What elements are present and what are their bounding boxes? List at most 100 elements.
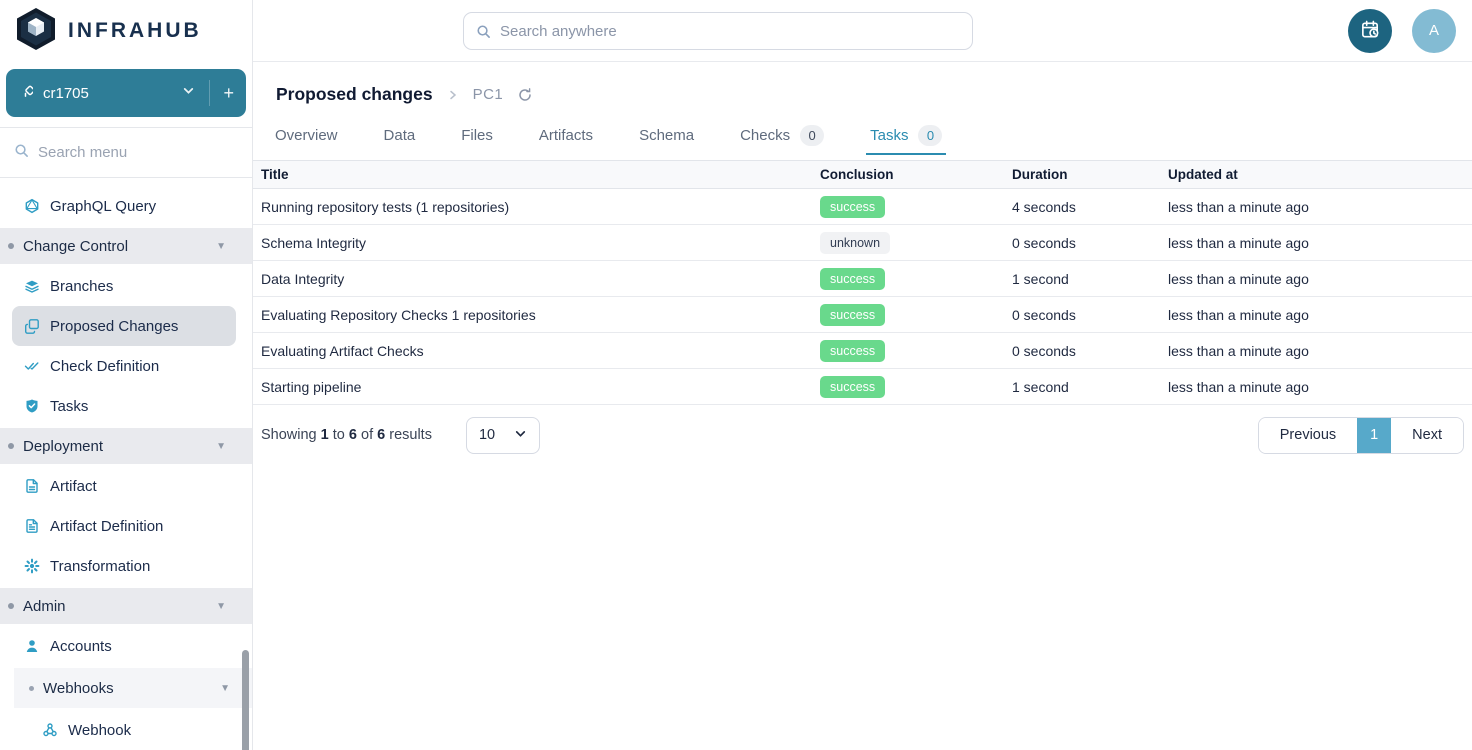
bullet-icon xyxy=(8,603,14,609)
proposed-changes-icon xyxy=(24,318,40,334)
tasks-icon xyxy=(24,398,40,414)
cell-updated-at: less than a minute ago xyxy=(1168,343,1472,359)
sidebar-item-branches[interactable]: Branches xyxy=(12,266,236,306)
tab-label: Artifacts xyxy=(539,127,593,144)
main-area: A Proposed changes PC1 Overview Data Files… xyxy=(253,0,1472,750)
avatar[interactable]: A xyxy=(1412,9,1456,53)
sidebar-section-admin[interactable]: Admin▼ xyxy=(0,588,252,624)
table-row[interactable]: Schema Integrityunknown0 secondsless tha… xyxy=(253,225,1472,261)
webhook-icon xyxy=(42,722,58,738)
sidebar-item-check-definition[interactable]: Check Definition xyxy=(12,346,236,386)
table-row[interactable]: Evaluating Artifact Checkssuccess0 secon… xyxy=(253,333,1472,369)
previous-button[interactable]: Previous xyxy=(1259,418,1357,453)
bullet-icon xyxy=(29,686,34,691)
artifact-icon xyxy=(24,478,40,494)
branch-icon xyxy=(18,83,33,103)
branch-selector[interactable]: cr1705 + xyxy=(6,69,246,117)
page-size-select[interactable]: 10 xyxy=(466,417,540,454)
results-from: 1 xyxy=(321,427,329,443)
logo[interactable]: INFRAHUB xyxy=(0,0,252,62)
status-badge: success xyxy=(820,340,885,362)
sidebar-item-label: Branches xyxy=(50,278,113,295)
cell-conclusion: success xyxy=(820,340,1012,362)
tab-label: Overview xyxy=(275,127,338,144)
triangle-down-icon: ▼ xyxy=(216,241,226,252)
avatar-initial: A xyxy=(1429,22,1439,39)
triangle-down-icon: ▼ xyxy=(220,683,230,694)
tab-schema[interactable]: Schema xyxy=(637,115,696,155)
sidebar-section-webhooks[interactable]: Webhooks ▼ xyxy=(14,668,252,708)
chevron-down-icon[interactable] xyxy=(182,84,195,102)
table-row[interactable]: Evaluating Repository Checks 1 repositor… xyxy=(253,297,1472,333)
sidebar: INFRAHUB cr1705 + GraphQL Quer xyxy=(0,0,253,750)
search-icon xyxy=(14,143,29,163)
cell-updated-at: less than a minute ago xyxy=(1168,379,1472,395)
add-branch-button[interactable]: + xyxy=(223,83,234,104)
table-row[interactable]: Running repository tests (1 repositories… xyxy=(253,189,1472,225)
time-travel-button[interactable] xyxy=(1348,9,1392,53)
divider xyxy=(209,80,210,106)
global-search-input[interactable] xyxy=(500,23,920,40)
sidebar-item-graphql-query[interactable]: GraphQL Query xyxy=(12,186,236,226)
cell-updated-at: less than a minute ago xyxy=(1168,235,1472,251)
sidebar-item-artifact[interactable]: Artifact xyxy=(12,466,236,506)
graphql-icon xyxy=(24,198,40,214)
cell-duration: 0 seconds xyxy=(1012,307,1168,323)
refresh-button[interactable] xyxy=(517,87,533,103)
sidebar-item-artifact-definition[interactable]: Artifact Definition xyxy=(12,506,236,546)
table-body: Running repository tests (1 repositories… xyxy=(253,189,1472,405)
tab-tasks[interactable]: Tasks0 xyxy=(868,115,944,155)
page-1-button[interactable]: 1 xyxy=(1357,418,1391,453)
sidebar-section-label: Webhooks xyxy=(43,680,114,697)
tab-data[interactable]: Data xyxy=(382,115,418,155)
sidebar-menu: GraphQL Query Change Control▼ Branches Prop… xyxy=(0,178,252,750)
transformation-icon xyxy=(24,558,40,574)
tab-count-badge: 0 xyxy=(800,125,824,146)
sidebar-item-label: GraphQL Query xyxy=(50,198,156,215)
cell-title: Data Integrity xyxy=(261,271,820,287)
sidebar-section-change-control[interactable]: Change Control▼ xyxy=(0,228,252,264)
tab-artifacts[interactable]: Artifacts xyxy=(537,115,595,155)
sidebar-item-label: Artifact Definition xyxy=(50,518,163,535)
sidebar-item-accounts[interactable]: Accounts xyxy=(12,626,236,666)
sidebar-section-deployment[interactable]: Deployment ▼ xyxy=(0,428,252,464)
app-root: INFRAHUB cr1705 + GraphQL Quer xyxy=(0,0,1472,750)
table-row[interactable]: Data Integritysuccess1 secondless than a… xyxy=(253,261,1472,297)
cell-title: Schema Integrity xyxy=(261,235,820,251)
sidebar-item-proposed-changes[interactable]: Proposed Changes xyxy=(12,306,236,346)
sidebar-item-label: Accounts xyxy=(50,638,112,655)
tab-label: Checks xyxy=(740,127,790,144)
sidebar-item-label: Transformation xyxy=(50,558,150,575)
status-badge: success xyxy=(820,268,885,290)
table-row[interactable]: Starting pipelinesuccess1 secondless tha… xyxy=(253,369,1472,405)
chevron-right-icon xyxy=(447,89,459,101)
sidebar-section-label: Admin xyxy=(23,598,66,615)
infrahub-logo-icon xyxy=(14,6,58,57)
select-chevron-icon xyxy=(514,427,527,444)
results-summary: Showing 1 to 6 of 6 results xyxy=(261,427,432,443)
sidebar-scrollbar[interactable] xyxy=(242,650,249,750)
sidebar-item-webhook[interactable]: Webhook xyxy=(30,710,236,750)
cell-title: Starting pipeline xyxy=(261,379,820,395)
sidebar-item-transformation[interactable]: Transformation xyxy=(12,546,236,586)
sidebar-item-label: Artifact xyxy=(50,478,97,495)
pagination: Showing 1 to 6 of 6 results 10 Previous … xyxy=(253,416,1472,454)
tab-label: Schema xyxy=(639,127,694,144)
page-title: Proposed changes xyxy=(276,84,433,105)
next-button[interactable]: Next xyxy=(1391,418,1463,453)
triangle-down-icon: ▼ xyxy=(216,441,226,452)
tab-label: Tasks xyxy=(870,127,908,144)
cell-updated-at: less than a minute ago xyxy=(1168,271,1472,287)
sidebar-section-label: Deployment xyxy=(23,438,103,455)
menu-search-input[interactable] xyxy=(38,144,208,161)
sidebar-item-tasks[interactable]: Tasks xyxy=(12,386,236,426)
sidebar-item-label: Webhook xyxy=(68,722,131,739)
tab-files[interactable]: Files xyxy=(459,115,495,155)
tab-checks[interactable]: Checks 0 xyxy=(738,115,826,155)
artifact-definition-icon xyxy=(24,518,40,534)
tab-overview[interactable]: Overview xyxy=(273,115,340,155)
breadcrumb-item[interactable]: PC1 xyxy=(473,86,504,103)
branches-icon xyxy=(24,278,40,294)
cell-conclusion: success xyxy=(820,376,1012,398)
check-definition-icon xyxy=(24,358,40,374)
